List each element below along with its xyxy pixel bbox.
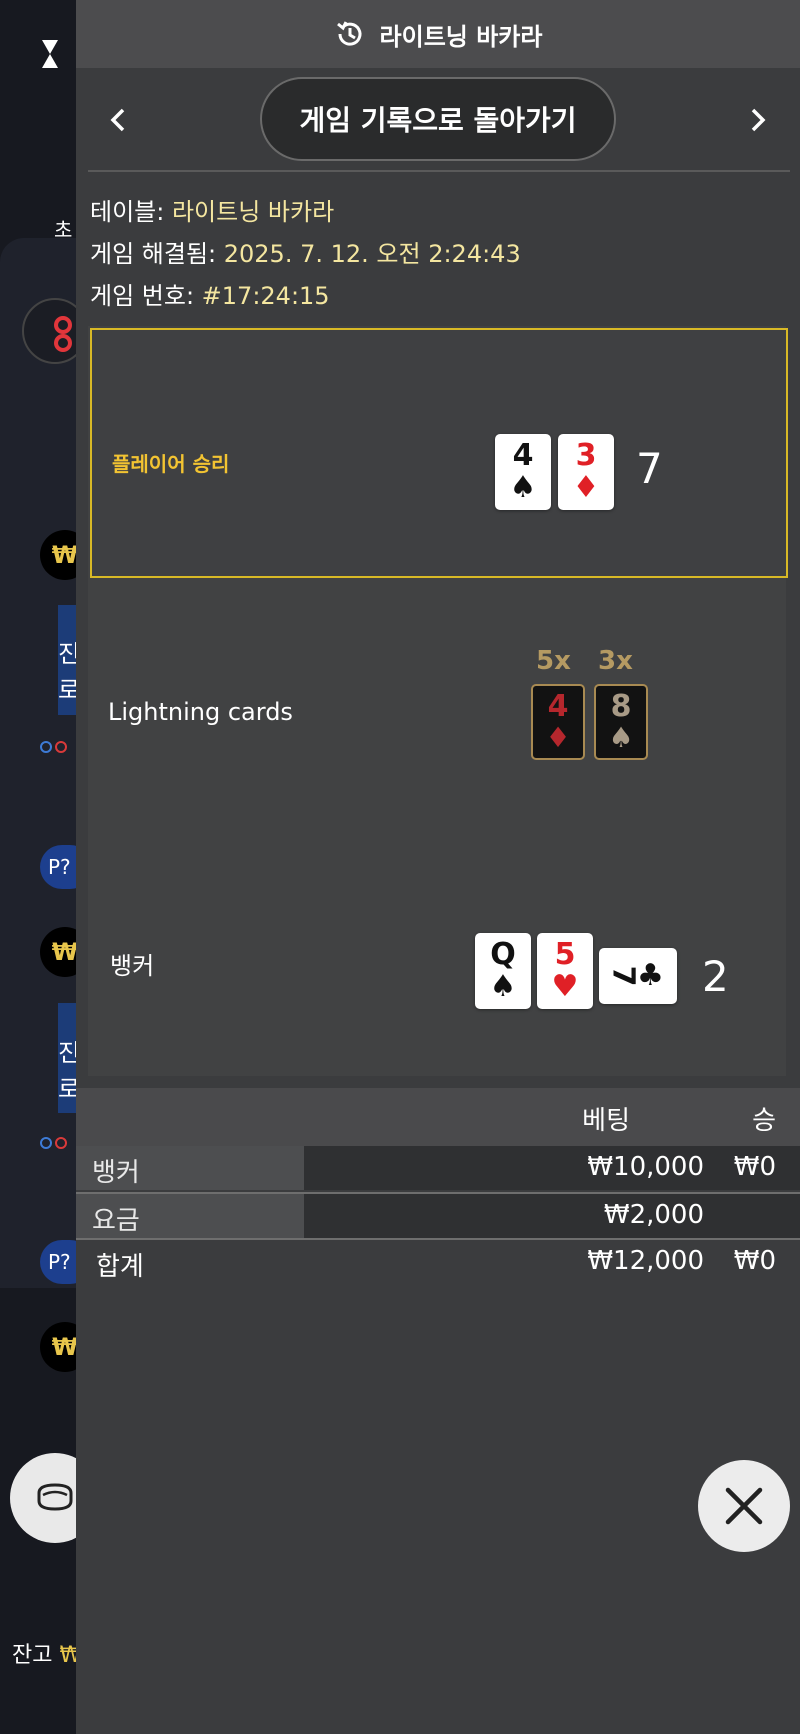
bet-amount: ₩10,000 (587, 1152, 704, 1182)
bet-type: 뱅커 (92, 1158, 140, 1188)
player-card-1: 4 ♠ (495, 434, 551, 510)
panel-header: 라이트닝 바카라 (76, 0, 800, 68)
prev-game-button[interactable] (98, 100, 138, 140)
card-rank: Q (490, 937, 516, 972)
row-divider (76, 1238, 800, 1240)
bet-row-value-bg (304, 1146, 800, 1190)
game-number-info: 게임 번호: #17:24:15 (90, 276, 330, 311)
card-rank: 5 (554, 937, 576, 972)
resolved-label: 게임 해결됨: (90, 240, 224, 268)
card-suit: ♦ (572, 470, 600, 505)
bet-row: 요금 ₩2,000 (76, 1194, 800, 1238)
total-win: ₩0 (733, 1246, 776, 1276)
win-column-header: 승 (752, 1106, 776, 1136)
bg-roadmap (40, 1134, 80, 1153)
banker-label: 뱅커 (110, 952, 155, 980)
table-value: 라이트닝 바카라 (171, 198, 335, 226)
card-rank: 4 (547, 689, 569, 724)
chat-icon (37, 1483, 73, 1511)
card-rank: 7 (605, 965, 641, 987)
win-amount: ₩0 (733, 1152, 776, 1182)
table-label: 테이블: (90, 198, 172, 226)
bet-row: 뱅커 ₩10,000 ₩0 (76, 1146, 800, 1190)
total-bet: ₩12,000 (587, 1246, 704, 1276)
bg-roadmap (40, 738, 80, 757)
card-suit: ♠ (489, 969, 517, 1004)
game-number-label: 게임 번호: (90, 282, 202, 310)
chevron-right-icon (751, 108, 766, 132)
bet-column-header: 베팅 (582, 1106, 630, 1136)
resolved-info: 게임 해결됨: 2025. 7. 12. 오전 2:24:43 (90, 234, 521, 269)
lightning-multiplier: 5x (536, 646, 571, 676)
card-suit: ♣ (636, 958, 664, 993)
divider (88, 170, 790, 172)
player-result-box: 플레이어 승리 4 ♠ 3 ♦ 7 (90, 328, 788, 578)
lightning-card-1: 4 ♦ (531, 684, 585, 760)
table-info: 테이블: 라이트닝 바카라 (90, 192, 334, 227)
resolved-value: 2025. 7. 12. 오전 2:24:43 (223, 240, 521, 268)
bet-type: 요금 (92, 1206, 140, 1236)
banker-score: 2 (702, 952, 729, 1001)
banker-card-1: Q ♠ (475, 933, 531, 1009)
chevron-left-icon (110, 108, 125, 132)
bet-row-value-bg (304, 1194, 800, 1238)
player-score: 7 (636, 444, 663, 493)
player-outcome: 플레이어 승리 (112, 452, 230, 476)
panel-title: 라이트닝 바카라 (379, 22, 543, 51)
card-rank: 4 (512, 438, 534, 473)
logo-icon (42, 40, 58, 68)
next-game-button[interactable] (738, 100, 778, 140)
lightning-card-2: 8 ♠ (594, 684, 648, 760)
player-card-2: 3 ♦ (558, 434, 614, 510)
banker-card-2: 5 ♥ (537, 933, 593, 1009)
card-suit: ♠ (608, 721, 634, 754)
bets-header (76, 1088, 800, 1148)
close-button[interactable] (698, 1460, 790, 1552)
back-to-history-button[interactable]: 게임 기록으로 돌아가기 (260, 77, 616, 161)
lightning-multiplier: 3x (598, 646, 633, 676)
game-detail-panel: 라이트닝 바카라 게임 기록으로 돌아가기 테이블: 라이트닝 바카라 게임 해… (76, 0, 800, 1734)
lightning-cards-label: Lightning cards (108, 698, 293, 726)
card-rank: 8 (610, 689, 632, 724)
banker-card-3-sideways: 7 ♣ (599, 948, 677, 1004)
card-rank: 3 (575, 438, 597, 473)
game-number-value: #17:24:15 (201, 282, 330, 310)
close-icon (725, 1487, 763, 1525)
total-label: 합계 (96, 1252, 144, 1282)
history-icon (336, 21, 362, 46)
bg-card-panel (0, 238, 80, 1288)
card-suit: ♦ (545, 721, 571, 754)
balance-label: 잔고 (12, 1643, 60, 1668)
bet-amount: ₩2,000 (603, 1200, 704, 1230)
card-suit: ♠ (509, 470, 537, 505)
card-suit: ♥ (551, 969, 579, 1004)
